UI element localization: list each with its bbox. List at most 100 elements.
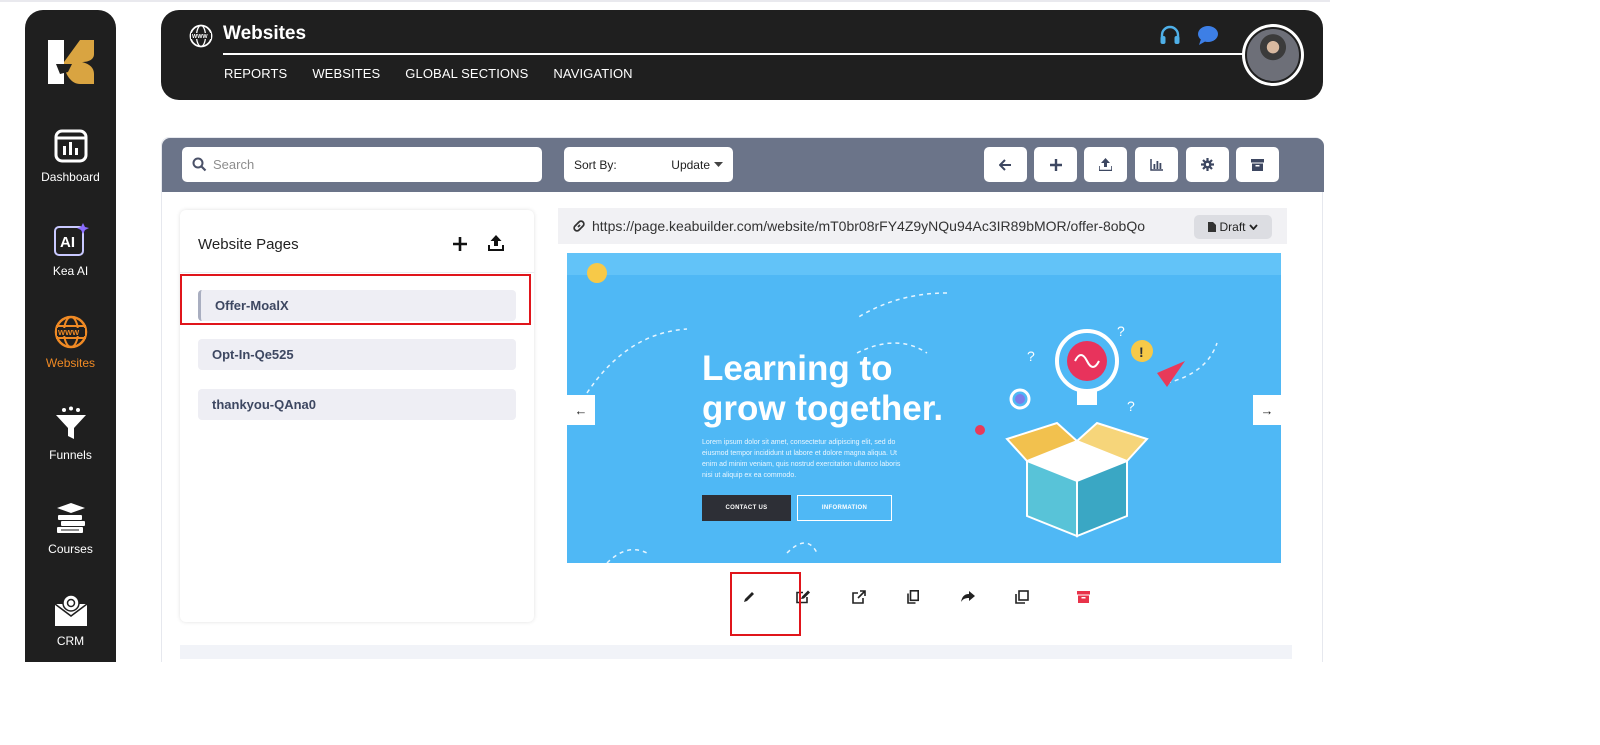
back-button[interactable] bbox=[984, 147, 1027, 182]
preview-body-text: Lorem ipsum dolor sit amet, consectetur … bbox=[702, 439, 901, 479]
svg-text:!: ! bbox=[1139, 344, 1144, 360]
sidebar-item-funnels[interactable]: Funnels bbox=[25, 406, 116, 462]
preview-headline: Learning to grow together. bbox=[702, 349, 943, 429]
sort-value-wrap: Update bbox=[671, 158, 723, 172]
sidebar-item-label: Websites bbox=[45, 356, 96, 370]
headline-line-2: grow together. bbox=[702, 389, 944, 428]
nav-reports[interactable]: REPORTS bbox=[224, 66, 287, 81]
divider bbox=[180, 272, 534, 273]
headline-line-1: Learning to bbox=[702, 349, 893, 388]
top-header: WWW Websites REPORTS WEBSITES GLOBAL SEC… bbox=[161, 10, 1323, 100]
page-url[interactable]: https://page.keabuilder.com/website/mT0b… bbox=[592, 218, 1145, 234]
sidebar-item-websites[interactable]: WWW Websites bbox=[25, 314, 116, 370]
panel-footer-strip bbox=[180, 645, 1292, 659]
page-item-thankyou[interactable]: thankyou-QAna0 bbox=[198, 389, 516, 420]
user-avatar[interactable] bbox=[1242, 24, 1304, 86]
crm-mail-icon bbox=[53, 592, 89, 628]
page-item-label: thankyou-QAna0 bbox=[212, 397, 317, 412]
svg-text:?: ? bbox=[1027, 348, 1035, 364]
highlight-box bbox=[180, 274, 531, 325]
reports-button[interactable] bbox=[1135, 147, 1178, 182]
copy-page-button[interactable] bbox=[896, 580, 930, 614]
lightbulb-box-illustration: ! ? ? ? bbox=[1005, 323, 1185, 538]
nav-navigation[interactable]: NAVIGATION bbox=[553, 66, 632, 81]
link-icon bbox=[573, 220, 585, 232]
preview-information-button: INFORMATION bbox=[797, 495, 892, 521]
app-root: Dashboard AI Kea AI WWW Websites Funnels… bbox=[0, 0, 1600, 745]
svg-text:WWW: WWW bbox=[192, 34, 208, 40]
chat-bubble-icon[interactable] bbox=[1197, 24, 1219, 46]
website-pages-panel: Website Pages Offer-MoalX Opt-In-Qe525 t… bbox=[180, 210, 534, 622]
search-box bbox=[182, 147, 542, 182]
add-page-icon[interactable] bbox=[452, 236, 470, 254]
page-item-opt-in[interactable]: Opt-In-Qe525 bbox=[198, 339, 516, 370]
upload-button[interactable] bbox=[1084, 147, 1127, 182]
copy-icon bbox=[907, 590, 919, 604]
sidebar-item-kea-ai[interactable]: AI Kea AI bbox=[25, 222, 116, 278]
open-page-button[interactable] bbox=[842, 580, 876, 614]
caret-down-icon bbox=[714, 161, 723, 167]
external-link-icon bbox=[852, 590, 866, 604]
search-input[interactable] bbox=[213, 157, 533, 172]
www-globe-icon: WWW bbox=[189, 24, 213, 48]
headset-support-icon[interactable] bbox=[1159, 24, 1181, 46]
sidebar-item-label: Courses bbox=[48, 542, 93, 556]
sidebar-item-label: Kea AI bbox=[52, 264, 89, 278]
page-title: Websites bbox=[223, 23, 307, 44]
sort-dropdown[interactable]: Sort By: Update bbox=[564, 147, 733, 182]
header-nav: REPORTS WEBSITES GLOBAL SECTIONS NAVIGAT… bbox=[224, 66, 658, 81]
plus-icon bbox=[1049, 158, 1062, 171]
sort-label: Sort By: bbox=[574, 157, 617, 172]
svg-text:WWW: WWW bbox=[58, 328, 80, 337]
highlight-box bbox=[730, 572, 801, 636]
archive-button[interactable] bbox=[1236, 147, 1279, 182]
file-icon bbox=[1208, 222, 1217, 232]
brand-logo[interactable] bbox=[46, 36, 96, 88]
gear-icon bbox=[1201, 158, 1214, 171]
header-divider bbox=[223, 53, 1243, 55]
sidebar-item-courses[interactable]: Courses bbox=[25, 500, 116, 556]
ai-icon: AI bbox=[53, 222, 89, 258]
preview-prev-arrow[interactable]: ← bbox=[567, 395, 595, 425]
archive-page-button[interactable] bbox=[1066, 580, 1100, 614]
status-dropdown[interactable]: Draft bbox=[1194, 215, 1272, 239]
svg-text:?: ? bbox=[1117, 323, 1125, 339]
archive-red-icon bbox=[1076, 591, 1090, 603]
archive-icon bbox=[1251, 158, 1264, 171]
svg-text:?: ? bbox=[1127, 398, 1135, 414]
main-panel: Sort By: Update bbox=[161, 137, 1324, 662]
preview-contact-button: CONTACT US bbox=[702, 495, 791, 521]
top-divider bbox=[0, 0, 1330, 2]
status-value: Draft bbox=[1219, 220, 1246, 234]
www-globe-icon: WWW bbox=[53, 314, 89, 350]
add-button[interactable] bbox=[1034, 147, 1077, 182]
sidebar-item-label: Dashboard bbox=[41, 170, 100, 184]
books-icon bbox=[53, 500, 89, 536]
page-item-label: Opt-In-Qe525 bbox=[212, 347, 294, 362]
settings-button[interactable] bbox=[1186, 147, 1229, 182]
upload-icon bbox=[1099, 158, 1112, 171]
funnel-icon bbox=[53, 406, 89, 442]
page-actions-bar bbox=[714, 570, 1114, 636]
share-icon bbox=[961, 591, 975, 602]
toolbar: Sort By: Update bbox=[162, 138, 1324, 192]
nav-websites[interactable]: WEBSITES bbox=[312, 66, 380, 81]
preview-next-arrow[interactable]: → bbox=[1253, 395, 1281, 425]
chevron-down-icon bbox=[1248, 224, 1258, 230]
duplicate-page-button[interactable] bbox=[1005, 580, 1039, 614]
pages-panel-title: Website Pages bbox=[198, 236, 299, 253]
nav-global-sections[interactable]: GLOBAL SECTIONS bbox=[405, 66, 528, 81]
sidebar: Dashboard AI Kea AI WWW Websites Funnels… bbox=[25, 10, 116, 662]
back-arrow-icon bbox=[999, 158, 1011, 171]
page-preview[interactable]: Learning to grow together. Lorem ipsum d… bbox=[567, 253, 1281, 563]
share-page-button[interactable] bbox=[951, 580, 985, 614]
upload-page-icon[interactable] bbox=[488, 235, 506, 253]
search-icon bbox=[192, 157, 207, 172]
sidebar-item-dashboard[interactable]: Dashboard bbox=[25, 128, 116, 184]
dashboard-icon bbox=[53, 128, 89, 164]
sort-value: Update bbox=[671, 157, 710, 172]
sidebar-item-crm[interactable]: CRM bbox=[25, 592, 116, 648]
page-url-bar: https://page.keabuilder.com/website/mT0b… bbox=[558, 208, 1287, 244]
sidebar-item-label: CRM bbox=[56, 634, 85, 648]
duplicate-icon bbox=[1015, 590, 1029, 604]
